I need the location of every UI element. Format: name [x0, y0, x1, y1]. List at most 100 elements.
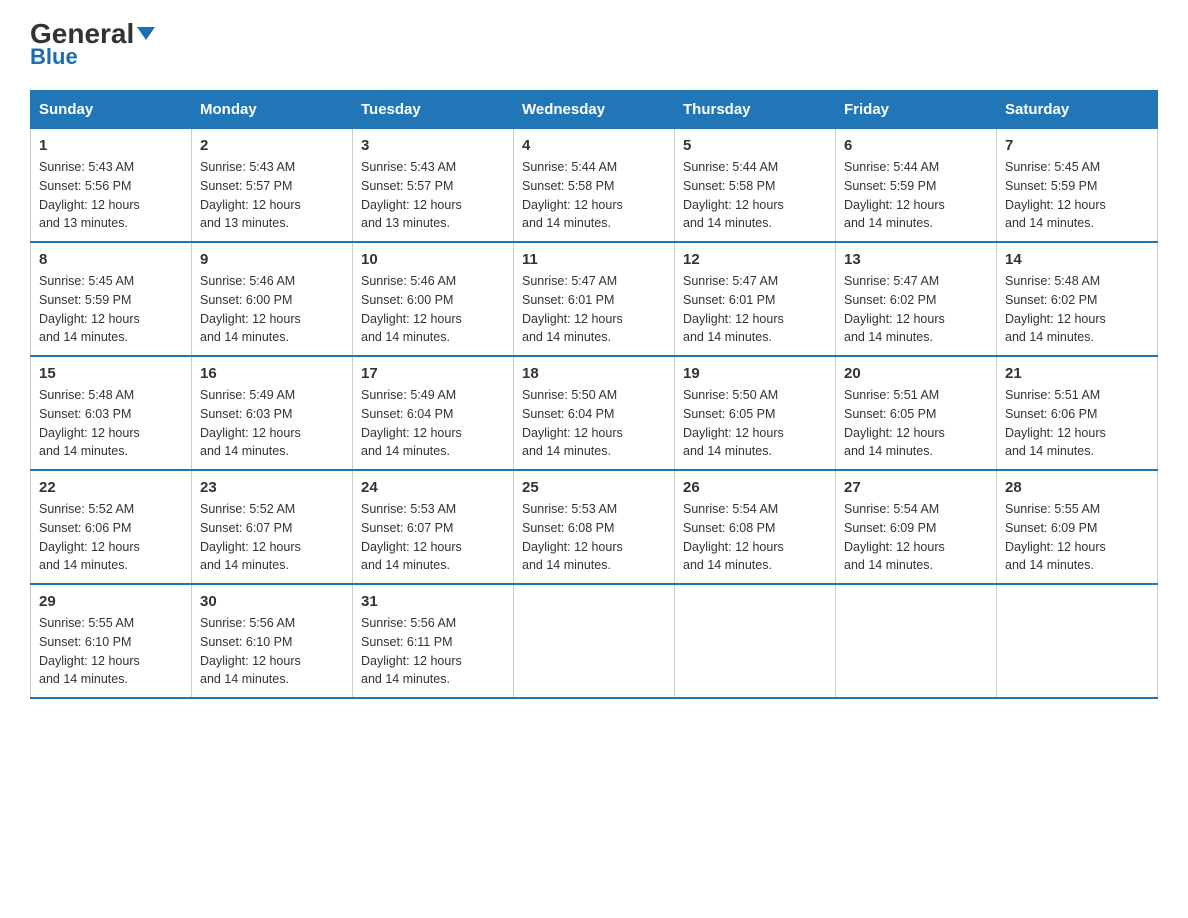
day-info: Sunrise: 5:46 AMSunset: 6:00 PMDaylight:…: [361, 272, 505, 347]
day-info: Sunrise: 5:54 AMSunset: 6:09 PMDaylight:…: [844, 500, 988, 575]
day-info: Sunrise: 5:50 AMSunset: 6:05 PMDaylight:…: [683, 386, 827, 461]
day-number: 30: [200, 593, 344, 610]
calendar-cell: 26 Sunrise: 5:54 AMSunset: 6:08 PMDayligh…: [675, 470, 836, 584]
day-info: Sunrise: 5:56 AMSunset: 6:10 PMDaylight:…: [200, 614, 344, 689]
day-number: 13: [844, 251, 988, 268]
calendar-cell: 2 Sunrise: 5:43 AMSunset: 5:57 PMDaylight…: [192, 129, 353, 243]
day-number: 6: [844, 137, 988, 154]
day-info: Sunrise: 5:47 AMSunset: 6:02 PMDaylight:…: [844, 272, 988, 347]
day-number: 25: [522, 479, 666, 496]
calendar-cell: 21 Sunrise: 5:51 AMSunset: 6:06 PMDayligh…: [997, 356, 1158, 470]
day-number: 10: [361, 251, 505, 268]
page-header: General Blue: [30, 20, 1158, 70]
calendar-header-saturday: Saturday: [997, 91, 1158, 129]
day-number: 29: [39, 593, 183, 610]
day-info: Sunrise: 5:44 AMSunset: 5:58 PMDaylight:…: [522, 158, 666, 233]
day-number: 12: [683, 251, 827, 268]
day-info: Sunrise: 5:45 AMSunset: 5:59 PMDaylight:…: [39, 272, 183, 347]
calendar-header-thursday: Thursday: [675, 91, 836, 129]
logo-blue-text: Blue: [30, 44, 78, 70]
calendar-cell: 13 Sunrise: 5:47 AMSunset: 6:02 PMDayligh…: [836, 242, 997, 356]
day-number: 9: [200, 251, 344, 268]
calendar-cell: 11 Sunrise: 5:47 AMSunset: 6:01 PMDayligh…: [514, 242, 675, 356]
calendar-week-2: 8 Sunrise: 5:45 AMSunset: 5:59 PMDaylight…: [31, 242, 1158, 356]
calendar-cell: 25 Sunrise: 5:53 AMSunset: 6:08 PMDayligh…: [514, 470, 675, 584]
day-number: 4: [522, 137, 666, 154]
day-number: 26: [683, 479, 827, 496]
calendar-cell: [675, 584, 836, 698]
calendar-header-friday: Friday: [836, 91, 997, 129]
calendar-cell: 23Sunrise: 5:52 AMSunset: 6:07 PMDayligh…: [192, 470, 353, 584]
calendar-table: SundayMondayTuesdayWednesdayThursdayFrid…: [30, 90, 1158, 699]
calendar-cell: 8 Sunrise: 5:45 AMSunset: 5:59 PMDaylight…: [31, 242, 192, 356]
day-number: 21: [1005, 365, 1149, 382]
calendar-cell: 22 Sunrise: 5:52 AMSunset: 6:06 PMDayligh…: [31, 470, 192, 584]
calendar-header-row: SundayMondayTuesdayWednesdayThursdayFrid…: [31, 91, 1158, 129]
day-number: 1: [39, 137, 183, 154]
day-number: 2: [200, 137, 344, 154]
day-info: Sunrise: 5:52 AMSunset: 6:06 PMDaylight:…: [39, 500, 183, 575]
calendar-cell: 27Sunrise: 5:54 AMSunset: 6:09 PMDayligh…: [836, 470, 997, 584]
day-info: Sunrise: 5:55 AMSunset: 6:09 PMDaylight:…: [1005, 500, 1149, 575]
day-info: Sunrise: 5:44 AMSunset: 5:58 PMDaylight:…: [683, 158, 827, 233]
calendar-cell: 6 Sunrise: 5:44 AMSunset: 5:59 PMDaylight…: [836, 129, 997, 243]
day-number: 16: [200, 365, 344, 382]
day-info: Sunrise: 5:43 AMSunset: 5:57 PMDaylight:…: [200, 158, 344, 233]
day-info: Sunrise: 5:44 AMSunset: 5:59 PMDaylight:…: [844, 158, 988, 233]
calendar-cell: 15Sunrise: 5:48 AMSunset: 6:03 PMDayligh…: [31, 356, 192, 470]
calendar-cell: 7 Sunrise: 5:45 AMSunset: 5:59 PMDaylight…: [997, 129, 1158, 243]
day-number: 5: [683, 137, 827, 154]
day-info: Sunrise: 5:47 AMSunset: 6:01 PMDaylight:…: [522, 272, 666, 347]
day-info: Sunrise: 5:48 AMSunset: 6:02 PMDaylight:…: [1005, 272, 1149, 347]
day-info: Sunrise: 5:46 AMSunset: 6:00 PMDaylight:…: [200, 272, 344, 347]
calendar-cell: 4 Sunrise: 5:44 AMSunset: 5:58 PMDaylight…: [514, 129, 675, 243]
calendar-cell: [997, 584, 1158, 698]
day-info: Sunrise: 5:55 AMSunset: 6:10 PMDaylight:…: [39, 614, 183, 689]
day-info: Sunrise: 5:49 AMSunset: 6:04 PMDaylight:…: [361, 386, 505, 461]
calendar-cell: 29 Sunrise: 5:55 AMSunset: 6:10 PMDayligh…: [31, 584, 192, 698]
calendar-week-1: 1 Sunrise: 5:43 AMSunset: 5:56 PMDaylight…: [31, 129, 1158, 243]
calendar-cell: 24 Sunrise: 5:53 AMSunset: 6:07 PMDayligh…: [353, 470, 514, 584]
day-number: 31: [361, 593, 505, 610]
calendar-cell: 1 Sunrise: 5:43 AMSunset: 5:56 PMDaylight…: [31, 129, 192, 243]
calendar-header-sunday: Sunday: [31, 91, 192, 129]
day-number: 23: [200, 479, 344, 496]
calendar-cell: 9 Sunrise: 5:46 AMSunset: 6:00 PMDaylight…: [192, 242, 353, 356]
calendar-cell: 5 Sunrise: 5:44 AMSunset: 5:58 PMDaylight…: [675, 129, 836, 243]
calendar-cell: 31 Sunrise: 5:56 AMSunset: 6:11 PMDayligh…: [353, 584, 514, 698]
calendar-cell: 10 Sunrise: 5:46 AMSunset: 6:00 PMDayligh…: [353, 242, 514, 356]
day-info: Sunrise: 5:43 AMSunset: 5:56 PMDaylight:…: [39, 158, 183, 233]
day-number: 3: [361, 137, 505, 154]
day-info: Sunrise: 5:56 AMSunset: 6:11 PMDaylight:…: [361, 614, 505, 689]
day-number: 28: [1005, 479, 1149, 496]
calendar-cell: [514, 584, 675, 698]
day-info: Sunrise: 5:54 AMSunset: 6:08 PMDaylight:…: [683, 500, 827, 575]
calendar-week-4: 22 Sunrise: 5:52 AMSunset: 6:06 PMDayligh…: [31, 470, 1158, 584]
day-info: Sunrise: 5:50 AMSunset: 6:04 PMDaylight:…: [522, 386, 666, 461]
day-info: Sunrise: 5:47 AMSunset: 6:01 PMDaylight:…: [683, 272, 827, 347]
calendar-week-5: 29 Sunrise: 5:55 AMSunset: 6:10 PMDayligh…: [31, 584, 1158, 698]
calendar-cell: 28 Sunrise: 5:55 AMSunset: 6:09 PMDayligh…: [997, 470, 1158, 584]
calendar-cell: 12 Sunrise: 5:47 AMSunset: 6:01 PMDayligh…: [675, 242, 836, 356]
day-number: 8: [39, 251, 183, 268]
calendar-cell: 30 Sunrise: 5:56 AMSunset: 6:10 PMDayligh…: [192, 584, 353, 698]
day-number: 22: [39, 479, 183, 496]
day-info: Sunrise: 5:49 AMSunset: 6:03 PMDaylight:…: [200, 386, 344, 461]
calendar-cell: [836, 584, 997, 698]
day-info: Sunrise: 5:51 AMSunset: 6:06 PMDaylight:…: [1005, 386, 1149, 461]
day-number: 19: [683, 365, 827, 382]
day-number: 15: [39, 365, 183, 382]
day-info: Sunrise: 5:53 AMSunset: 6:08 PMDaylight:…: [522, 500, 666, 575]
day-number: 14: [1005, 251, 1149, 268]
calendar-header-monday: Monday: [192, 91, 353, 129]
day-info: Sunrise: 5:45 AMSunset: 5:59 PMDaylight:…: [1005, 158, 1149, 233]
calendar-header-wednesday: Wednesday: [514, 91, 675, 129]
calendar-cell: 17Sunrise: 5:49 AMSunset: 6:04 PMDayligh…: [353, 356, 514, 470]
day-info: Sunrise: 5:53 AMSunset: 6:07 PMDaylight:…: [361, 500, 505, 575]
calendar-cell: 16 Sunrise: 5:49 AMSunset: 6:03 PMDayligh…: [192, 356, 353, 470]
day-number: 11: [522, 251, 666, 268]
day-number: 7: [1005, 137, 1149, 154]
day-number: 24: [361, 479, 505, 496]
calendar-cell: 14 Sunrise: 5:48 AMSunset: 6:02 PMDayligh…: [997, 242, 1158, 356]
day-info: Sunrise: 5:43 AMSunset: 5:57 PMDaylight:…: [361, 158, 505, 233]
